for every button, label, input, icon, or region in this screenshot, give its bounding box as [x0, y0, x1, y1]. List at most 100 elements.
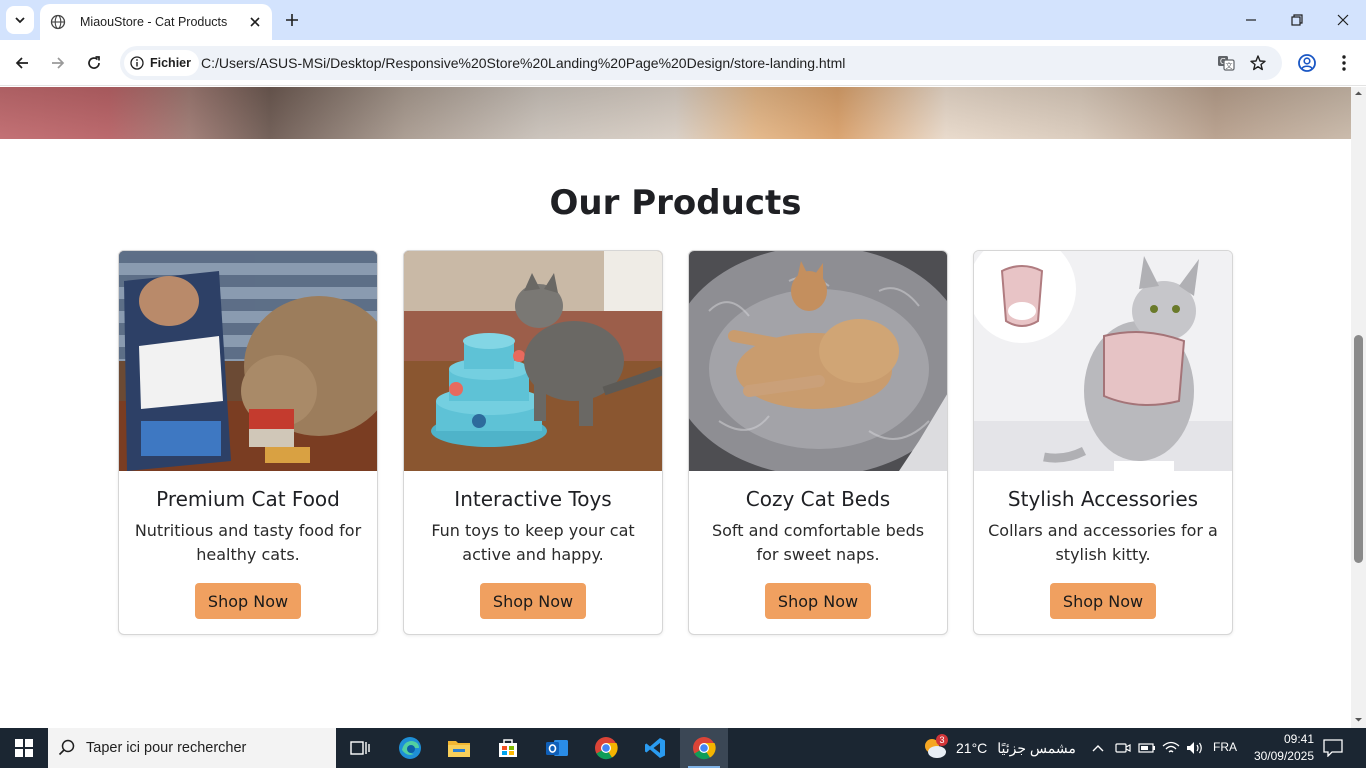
kebab-menu-icon — [1342, 55, 1346, 71]
taskbar-vscode[interactable] — [631, 728, 679, 768]
product-card-beds: Cozy Cat Beds Soft and comfortable beds … — [688, 250, 948, 635]
search-icon — [58, 739, 75, 756]
browser-toolbar: Fichier C:/Users/ASUS-MSi/Desktop/Respon… — [0, 40, 1366, 86]
globe-icon — [50, 14, 66, 30]
svg-text:文: 文 — [1226, 61, 1233, 70]
notification-center-button[interactable] — [1322, 738, 1344, 758]
browser-tab-bar: MiaouStore - Cat Products — [0, 0, 1366, 40]
product-description: Nutritious and tasty food for healthy ca… — [134, 521, 362, 564]
weather-sun-cloud-icon: 3 — [922, 734, 948, 760]
product-card-cat-food: Premium Cat Food Nutritious and tasty fo… — [118, 250, 378, 635]
reload-button[interactable] — [80, 49, 108, 77]
product-description: Collars and accessories for a stylish ki… — [988, 521, 1218, 564]
system-clock[interactable]: 09:41 30/09/2025 — [1246, 731, 1314, 765]
clock-date: 30/09/2025 — [1253, 749, 1314, 763]
folder-icon — [448, 741, 470, 757]
wifi-icon[interactable] — [1161, 738, 1181, 758]
back-button[interactable] — [8, 49, 36, 77]
plus-icon — [286, 14, 298, 26]
weather-condition-text: مشمس جزئيًا — [997, 739, 1076, 756]
page-scrollbar[interactable] — [1351, 87, 1366, 728]
weather-widget[interactable]: 3 21°C مشمس جزئيًا — [922, 728, 1076, 768]
security-chip-label: Fichier — [150, 56, 191, 70]
edge-icon — [399, 737, 421, 759]
address-bar[interactable]: Fichier C:/Users/ASUS-MSi/Desktop/Respon… — [120, 46, 1282, 80]
meet-now-icon[interactable] — [1113, 738, 1133, 758]
reload-icon — [88, 56, 100, 69]
forward-button[interactable] — [44, 49, 72, 77]
input-language-indicator[interactable]: FRA — [1213, 740, 1237, 754]
arrow-left-icon — [15, 57, 28, 69]
product-name: Premium Cat Food — [156, 487, 340, 511]
menu-button[interactable] — [1330, 49, 1358, 77]
site-info-chip[interactable]: Fichier — [124, 50, 199, 76]
battery-icon[interactable] — [1137, 738, 1157, 758]
outlook-icon — [546, 740, 568, 756]
task-view-button[interactable] — [336, 728, 384, 768]
chevron-down-icon — [15, 17, 25, 24]
product-card-accessories: Stylish Accessories Collars and accessor… — [973, 250, 1233, 635]
notification-icon — [1323, 739, 1343, 757]
product-description: Fun toys to keep your cat active and hap… — [431, 521, 635, 564]
taskbar-store[interactable] — [484, 728, 532, 768]
task-view-icon — [350, 741, 370, 755]
translate-icon[interactable]: G文 — [1216, 53, 1236, 73]
vscode-icon — [645, 738, 665, 758]
scroll-down-arrow-icon[interactable] — [1354, 715, 1363, 724]
start-button[interactable] — [0, 728, 48, 768]
close-window-button[interactable] — [1329, 6, 1357, 34]
restore-button[interactable] — [1283, 6, 1311, 34]
profile-icon — [1298, 54, 1316, 72]
close-icon — [1337, 14, 1349, 26]
shop-now-button[interactable]: Shop Now — [195, 583, 301, 619]
hero-banner-image — [0, 87, 1351, 139]
info-icon — [130, 56, 144, 70]
profile-button[interactable] — [1293, 49, 1321, 77]
taskbar-edge[interactable] — [386, 728, 434, 768]
restore-icon — [1291, 14, 1303, 26]
show-hidden-icons-button[interactable] — [1088, 738, 1108, 758]
product-name: Stylish Accessories — [1007, 487, 1199, 511]
product-image-toys — [404, 251, 662, 471]
product-image-cat-food — [119, 251, 377, 471]
volume-icon[interactable] — [1185, 738, 1205, 758]
minimize-button[interactable] — [1237, 6, 1265, 34]
close-tab-icon[interactable] — [246, 13, 264, 31]
taskbar-outlook[interactable] — [533, 728, 581, 768]
active-tab[interactable]: MiaouStore - Cat Products — [40, 4, 272, 40]
new-tab-button[interactable] — [280, 8, 304, 32]
arrow-right-icon — [52, 57, 65, 69]
shop-now-button[interactable]: Shop Now — [480, 583, 586, 619]
chrome-icon — [693, 737, 716, 760]
tab-title: MiaouStore - Cat Products — [80, 15, 228, 29]
weather-badge: 3 — [936, 734, 948, 746]
product-description: Soft and comfortable beds for sweet naps… — [711, 521, 925, 564]
product-name: Interactive Toys — [454, 487, 612, 511]
shop-now-button[interactable]: Shop Now — [765, 583, 871, 619]
tab-search-button[interactable] — [6, 6, 34, 34]
minimize-icon — [1246, 19, 1256, 21]
products-section-title: Our Products — [549, 183, 802, 223]
search-placeholder: Taper ici pour rechercher — [86, 740, 247, 756]
windows-logo-icon — [15, 739, 33, 757]
windows-taskbar: Taper ici pour rechercher 3 21°C مشمس جز… — [0, 728, 1366, 768]
product-card-toys: Interactive Toys Fun toys to keep your c… — [403, 250, 663, 635]
shop-now-button[interactable]: Shop Now — [1050, 583, 1156, 619]
product-image-accessories — [974, 251, 1232, 471]
product-image-beds — [689, 251, 947, 471]
url-text[interactable]: C:/Users/ASUS-MSi/Desktop/Responsive%20S… — [201, 55, 845, 71]
scroll-up-arrow-icon[interactable] — [1354, 89, 1363, 98]
scrollbar-thumb[interactable] — [1354, 335, 1363, 563]
page-viewport: Our Products Premium Cat Food Nutritious… — [0, 87, 1351, 728]
clock-time: 09:41 — [1283, 732, 1314, 746]
temperature-text: 21°C — [956, 740, 988, 756]
taskbar-chrome-active[interactable] — [680, 728, 728, 768]
product-name: Cozy Cat Beds — [745, 487, 891, 511]
store-icon — [499, 739, 517, 757]
chrome-icon — [595, 737, 618, 760]
taskbar-search-box[interactable]: Taper ici pour rechercher — [48, 728, 336, 768]
taskbar-chrome[interactable] — [582, 728, 630, 768]
bookmark-star-icon[interactable] — [1248, 53, 1268, 73]
chevron-up-icon — [1092, 745, 1104, 752]
taskbar-file-explorer[interactable] — [435, 728, 483, 768]
